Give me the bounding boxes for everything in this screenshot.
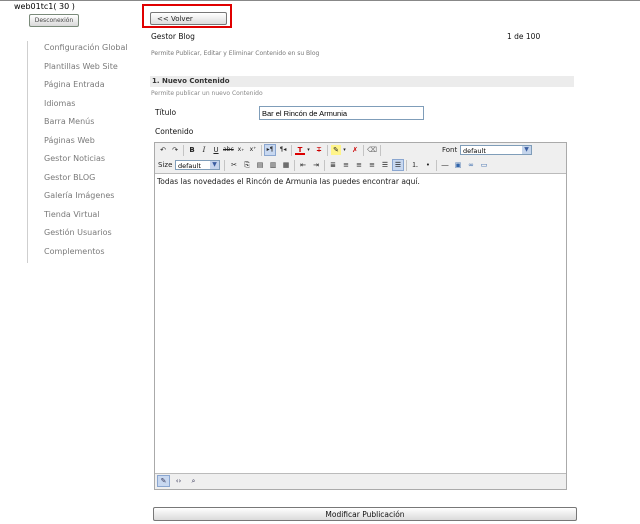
align-full-icon[interactable]: ☰ <box>392 159 404 171</box>
sidebar-item-pagina-entrada[interactable]: Página Entrada <box>28 78 128 97</box>
unordered-list-icon[interactable]: • <box>423 160 433 170</box>
outdent-icon[interactable]: ⇤ <box>298 160 308 170</box>
paste-text-icon[interactable]: ▥ <box>268 160 278 170</box>
ordered-list-icon[interactable]: ⒈ <box>410 160 420 170</box>
toolbar-separator <box>380 145 381 156</box>
size-select[interactable]: default ▼ <box>175 160 220 170</box>
remove-color-icon[interactable]: T <box>314 145 324 155</box>
sidebar-item-gestor-blog[interactable]: Gestor BLOG <box>28 171 128 190</box>
undo-icon[interactable]: ↶ <box>158 145 168 155</box>
toolbar-separator <box>324 160 325 171</box>
contenido-label: Contenido <box>155 127 194 136</box>
indent-icon[interactable]: ⇥ <box>311 160 321 170</box>
font-label: Font <box>442 146 458 154</box>
remove-highlight-icon[interactable]: ✗ <box>350 145 360 155</box>
size-select-value: default <box>178 162 201 170</box>
toolbar-separator <box>261 145 262 156</box>
strikethrough-icon[interactable]: abc <box>223 145 234 155</box>
align-right-icon[interactable]: ≡ <box>367 160 377 170</box>
titulo-label: Título <box>155 108 177 117</box>
chevron-down-icon: ▼ <box>522 146 531 154</box>
align-center-icon[interactable]: ≡ <box>354 160 364 170</box>
eraser-icon[interactable]: ⌫ <box>367 145 377 155</box>
highlight-color-icon[interactable]: ✎ <box>331 145 341 155</box>
italic-icon[interactable]: I <box>199 145 209 155</box>
toolbar-separator <box>291 145 292 156</box>
align-left-icon[interactable]: ≡ <box>341 160 351 170</box>
toolbar-separator <box>406 160 407 171</box>
sidebar-item-gestor-noticias[interactable]: Gestor Noticias <box>28 152 128 171</box>
align-justify-icon[interactable]: ☰ <box>380 160 390 170</box>
toolbar-separator <box>294 160 295 171</box>
sidebar-item-tienda-virtual[interactable]: Tienda Virtual <box>28 208 128 227</box>
toolbar-separator <box>224 160 225 171</box>
toolbar-separator <box>363 145 364 156</box>
sidebar-item-idiomas[interactable]: Idiomas <box>28 97 128 116</box>
insert-table-icon[interactable]: ▭ <box>479 160 489 170</box>
paragraph-format-icon[interactable]: ≣ <box>328 160 338 170</box>
preview-mode-icon[interactable]: ⌕ <box>188 476 199 486</box>
bold-icon[interactable]: B <box>187 145 197 155</box>
design-mode-icon[interactable]: ✎ <box>157 475 170 487</box>
sidebar-item-paginas-web[interactable]: Páginas Web <box>28 134 128 153</box>
redo-icon[interactable]: ↷ <box>170 145 180 155</box>
sidebar-item-barra-menus[interactable]: Barra Menús <box>28 115 128 134</box>
page-title: Gestor Blog <box>151 32 195 41</box>
insert-image-icon[interactable]: ▣ <box>453 160 463 170</box>
modify-publication-button[interactable]: Modificar Publicación <box>153 507 577 521</box>
sidebar-nav: Configuración Global Plantillas Web Site… <box>27 41 128 263</box>
editor-toolbar-row-1: ↶ ↷ B I U abc x₊ x⁺ ▸¶ ¶◂ T ▾ T ✎ ▾ ✗ ⌫ … <box>155 143 566 158</box>
page-description: Permite Publicar, Editar y Eliminar Cont… <box>151 50 320 57</box>
copy-icon[interactable]: ⎘ <box>242 160 252 170</box>
rich-text-editor: ↶ ↷ B I U abc x₊ x⁺ ▸¶ ¶◂ T ▾ T ✎ ▾ ✗ ⌫ … <box>154 142 567 490</box>
rtl-direction-icon[interactable]: ¶◂ <box>278 145 288 155</box>
section-header: 1. Nuevo Contenido <box>150 76 574 87</box>
sidebar-item-galeria-imagenes[interactable]: Galería Imágenes <box>28 189 128 208</box>
chevron-down-icon: ▼ <box>210 161 219 169</box>
insert-link-icon[interactable]: ∞ <box>466 160 476 170</box>
username-label: web01tc1( 30 ) <box>14 2 75 11</box>
paste-word-icon[interactable]: ▦ <box>281 160 291 170</box>
logout-button[interactable]: Desconexión <box>29 14 79 27</box>
underline-icon[interactable]: U <box>211 145 221 155</box>
top-divider <box>0 0 640 1</box>
section-description: Permite publicar un nuevo Contenido <box>151 90 263 97</box>
html-mode-icon[interactable]: ‹› <box>173 476 184 486</box>
page-indicator: 1 de 100 <box>507 32 541 41</box>
back-button[interactable]: << Volver <box>150 12 227 25</box>
sidebar-item-complementos[interactable]: Complementos <box>28 245 128 264</box>
sidebar-item-configuracion-global[interactable]: Configuración Global <box>28 41 128 60</box>
titulo-input[interactable]: Bar el Rincón de Armunia <box>259 106 424 120</box>
cut-icon[interactable]: ✂ <box>229 160 239 170</box>
toolbar-separator <box>327 145 328 156</box>
font-select-value: default <box>463 147 486 155</box>
subscript-icon[interactable]: x₊ <box>236 145 246 155</box>
superscript-icon[interactable]: x⁺ <box>248 145 258 155</box>
size-label: Size <box>158 161 173 169</box>
toolbar-separator <box>183 145 184 156</box>
editor-mode-bar: ✎ ‹› ⌕ <box>155 473 566 489</box>
sidebar-item-gestion-usuarios[interactable]: Gestión Usuarios <box>28 226 128 245</box>
text-color-icon[interactable]: T <box>295 145 305 155</box>
editor-content-area[interactable]: Todas las novedades el Rincón de Armunia… <box>155 174 566 474</box>
horizontal-rule-icon[interactable]: ― <box>440 160 450 170</box>
sidebar-item-plantillas-web-site[interactable]: Plantillas Web Site <box>28 60 128 79</box>
editor-toolbar-row-2: Size default ▼ ✂ ⎘ ▤ ▥ ▦ ⇤ ⇥ ≣ ≡ ≡ ≡ ☰ ☰ … <box>155 158 566 174</box>
toolbar-separator <box>436 160 437 171</box>
highlight-dropdown-icon[interactable]: ▾ <box>342 145 347 155</box>
font-select[interactable]: default ▼ <box>460 145 532 155</box>
paste-icon[interactable]: ▤ <box>255 160 265 170</box>
ltr-direction-icon[interactable]: ▸¶ <box>264 144 276 156</box>
text-color-dropdown-icon[interactable]: ▾ <box>306 145 311 155</box>
